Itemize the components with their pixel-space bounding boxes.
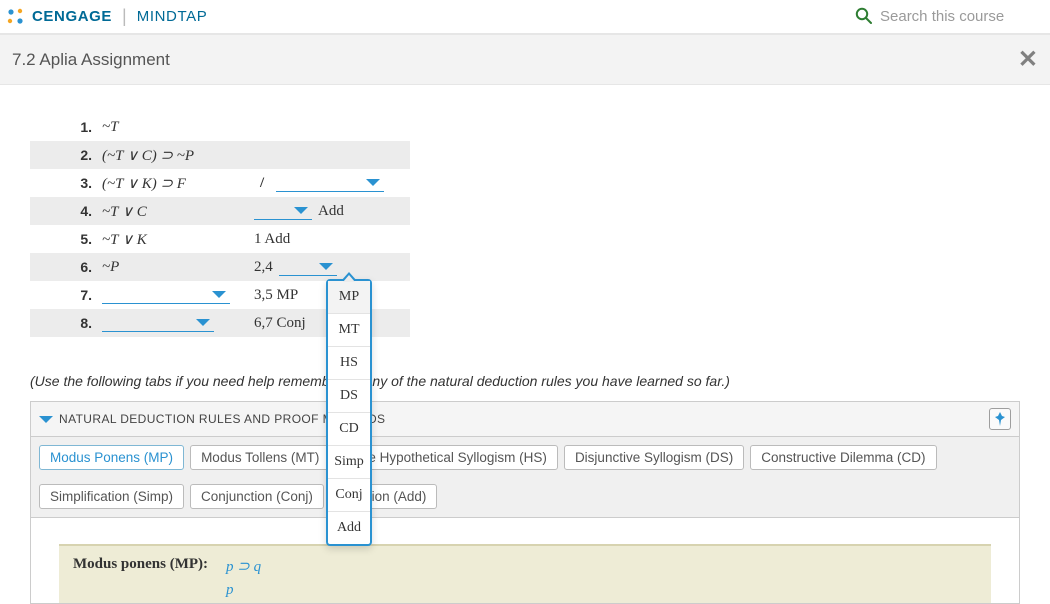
brand-subname: MINDTAP xyxy=(137,8,208,25)
rule-option-mt[interactable]: MT xyxy=(328,314,370,347)
rule-name: Modus ponens (MP): xyxy=(73,556,208,573)
cengage-logo-icon xyxy=(6,7,26,27)
statement: ~P xyxy=(94,259,254,276)
statement: (~T ∨ K) ⊃ F xyxy=(94,174,254,193)
line-number: 8. xyxy=(62,315,94,331)
rule-dropdown-line6[interactable] xyxy=(279,258,337,276)
just-pre: 3,5 MP xyxy=(254,287,298,304)
tab-conj[interactable]: Conjunction (Conj) xyxy=(190,484,324,509)
rules-tabs: Modus Ponens (MP) Modus Tollens (MT) Pur… xyxy=(31,437,1019,518)
close-icon[interactable]: ✕ xyxy=(1018,45,1038,74)
conclusion-dropdown[interactable] xyxy=(276,174,384,192)
tab-simp[interactable]: Simplification (Simp) xyxy=(39,484,184,509)
justification: / xyxy=(254,174,410,192)
rule-line: p xyxy=(226,579,261,602)
just-text: 1 Add xyxy=(254,231,290,248)
tab-cd[interactable]: Constructive Dilemma (CD) xyxy=(750,445,936,470)
justification: Add xyxy=(254,202,410,220)
rule-option-mp[interactable]: MP xyxy=(328,281,370,314)
proof-row: 5. ~T ∨ K 1 Add xyxy=(30,225,410,253)
chevron-down-icon xyxy=(39,416,53,423)
line-ref-dropdown[interactable] xyxy=(254,202,312,220)
statement: (~T ∨ C) ⊃ ~P xyxy=(94,146,254,165)
line-number: 6. xyxy=(62,259,94,275)
rule-line: p ⊃ q xyxy=(226,556,261,579)
chevron-down-icon xyxy=(319,263,333,270)
brand-name: CENGAGE xyxy=(32,8,112,25)
rule-option-add[interactable]: Add xyxy=(328,512,370,544)
proof-row: 4. ~T ∨ C Add xyxy=(30,197,410,225)
brand-block: CENGAGE | MINDTAP xyxy=(6,6,207,27)
search-icon xyxy=(855,7,872,27)
chevron-down-icon xyxy=(196,319,210,326)
brand-divider: | xyxy=(122,6,127,27)
search-box[interactable] xyxy=(855,7,1040,27)
tab-ds[interactable]: Disjunctive Syllogism (DS) xyxy=(564,445,744,470)
statement-dropdown[interactable] xyxy=(102,314,214,332)
line-number: 1. xyxy=(62,119,94,135)
pin-icon[interactable] xyxy=(989,408,1011,430)
rule-option-conj[interactable]: Conj xyxy=(328,479,370,512)
hint-text: (Use the following tabs if you need help… xyxy=(30,373,1020,389)
line-number: 7. xyxy=(62,287,94,303)
statement: ~T ∨ K xyxy=(94,230,254,249)
assignment-title: 7.2 Aplia Assignment xyxy=(12,50,170,70)
proof-area: 1. ~T 2. (~T ∨ C) ⊃ ~P 3. (~T ∨ K) ⊃ F /… xyxy=(30,113,1020,337)
assignment-title-bar: 7.2 Aplia Assignment ✕ xyxy=(0,34,1050,85)
rule-option-simp[interactable]: Simp xyxy=(328,446,370,479)
tab-mt[interactable]: Modus Tollens (MT) xyxy=(190,445,330,470)
search-input[interactable] xyxy=(880,8,1040,25)
rule-option-hs[interactable]: HS xyxy=(328,347,370,380)
proof-row: 1. ~T xyxy=(30,113,410,141)
chevron-down-icon xyxy=(366,179,380,186)
statement: ~T xyxy=(94,119,254,136)
rule-option-ds[interactable]: DS xyxy=(328,380,370,413)
rule-formula: p ⊃ q p xyxy=(226,556,261,601)
line-number: 3. xyxy=(62,175,94,191)
just-pre: 2,4 xyxy=(254,259,273,276)
justification: 2,4 xyxy=(254,258,410,276)
proof-row: 3. (~T ∨ K) ⊃ F / xyxy=(30,169,410,197)
rule-select-menu: MP MT HS DS CD Simp Conj Add xyxy=(326,279,372,546)
conclusion-slash: / xyxy=(254,175,270,192)
statement xyxy=(94,286,254,304)
rules-panel: NATURAL DEDUCTION RULES AND PROOF METHOD… xyxy=(30,401,1020,604)
chevron-down-icon xyxy=(294,207,308,214)
statement: ~T ∨ C xyxy=(94,202,254,221)
main-content: 1. ~T 2. (~T ∨ C) ⊃ ~P 3. (~T ∨ K) ⊃ F /… xyxy=(0,85,1050,604)
menu-arrow-inner-icon xyxy=(343,275,355,282)
line-number: 2. xyxy=(62,147,94,163)
statement-dropdown[interactable] xyxy=(102,286,230,304)
statement xyxy=(94,314,254,332)
rule-card: Modus ponens (MP): p ⊃ q p xyxy=(59,544,991,603)
rule-option-cd[interactable]: CD xyxy=(328,413,370,446)
line-number: 4. xyxy=(62,203,94,219)
chevron-down-icon xyxy=(212,291,226,298)
just-text: Add xyxy=(318,203,344,220)
proof-row: 2. (~T ∨ C) ⊃ ~P xyxy=(30,141,410,169)
rule-body: Modus ponens (MP): p ⊃ q p xyxy=(31,518,1019,603)
tab-mp[interactable]: Modus Ponens (MP) xyxy=(39,445,184,470)
just-pre: 6,7 Conj xyxy=(254,315,306,332)
rules-panel-header[interactable]: NATURAL DEDUCTION RULES AND PROOF METHOD… xyxy=(31,402,1019,437)
line-number: 5. xyxy=(62,231,94,247)
app-header: CENGAGE | MINDTAP xyxy=(0,0,1050,34)
justification: 1 Add xyxy=(254,231,410,248)
